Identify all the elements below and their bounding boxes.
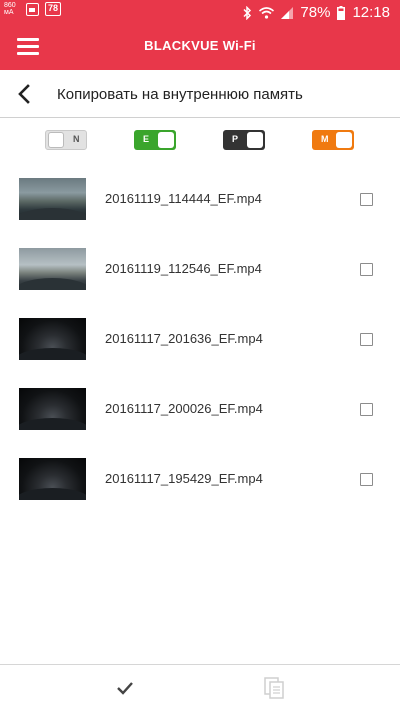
wifi-icon: [259, 6, 275, 19]
back-arrow-icon[interactable]: [14, 83, 36, 105]
toggle-knob: [247, 132, 263, 148]
copy-icon[interactable]: [261, 675, 287, 701]
filter-toggle-normal[interactable]: N: [45, 130, 87, 150]
data-speed-indicator: 860 мА: [4, 2, 16, 16]
signal-icon: [281, 6, 294, 19]
gallery-notification-icon: [26, 2, 39, 16]
select-checkbox[interactable]: [360, 473, 373, 486]
toggle-knob: [158, 132, 174, 148]
bottom-action-bar: [0, 664, 400, 711]
status-bar: 860 мА 78 78% 12:18: [0, 0, 400, 24]
video-thumbnail: [19, 248, 86, 290]
filter-label: N: [73, 134, 80, 144]
filter-label: E: [143, 134, 150, 144]
battery-icon: [337, 5, 346, 20]
select-checkbox[interactable]: [360, 333, 373, 346]
filter-label: P: [232, 134, 239, 144]
list-item[interactable]: 20161117_200026_EF.mp4: [0, 373, 400, 443]
bluetooth-icon: [243, 5, 252, 20]
file-name: 20161119_114444_EF.mp4: [105, 191, 262, 206]
video-thumbnail: [19, 178, 86, 220]
select-checkbox[interactable]: [360, 263, 373, 276]
file-name: 20161119_112546_EF.mp4: [105, 261, 262, 276]
video-thumbnail: [19, 318, 86, 360]
filter-toggle-parking[interactable]: P: [223, 130, 265, 150]
checkmark-icon[interactable]: [112, 677, 138, 699]
event-filter-bar: N E P M: [0, 130, 400, 152]
file-name: 20161117_200026_EF.mp4: [105, 401, 263, 416]
notification-badge: 78: [45, 2, 61, 16]
toggle-knob: [336, 132, 352, 148]
list-item[interactable]: 20161117_201636_EF.mp4: [0, 303, 400, 373]
app-title: BLACKVUE Wi-Fi: [144, 38, 256, 53]
select-checkbox[interactable]: [360, 403, 373, 416]
list-item[interactable]: 20161119_114444_EF.mp4: [0, 163, 400, 233]
clock: 12:18: [352, 4, 390, 21]
filter-toggle-manual[interactable]: M: [312, 130, 354, 150]
app-bar: BLACKVUE Wi-Fi: [0, 24, 400, 70]
filter-toggle-event[interactable]: E: [134, 130, 176, 150]
battery-percentage: 78%: [300, 4, 331, 21]
file-name: 20161117_195429_EF.mp4: [105, 471, 263, 486]
toggle-knob: [48, 132, 64, 148]
video-thumbnail: [19, 388, 86, 430]
list-item[interactable]: 20161117_195429_EF.mp4: [0, 443, 400, 513]
filter-label: M: [321, 134, 329, 144]
file-name: 20161117_201636_EF.mp4: [105, 331, 263, 346]
page-header: Копировать на внутреннюю память: [0, 70, 400, 118]
list-item[interactable]: 20161119_112546_EF.mp4: [0, 233, 400, 303]
page-title: Копировать на внутреннюю память: [57, 86, 303, 103]
video-thumbnail: [19, 458, 86, 500]
select-checkbox[interactable]: [360, 193, 373, 206]
